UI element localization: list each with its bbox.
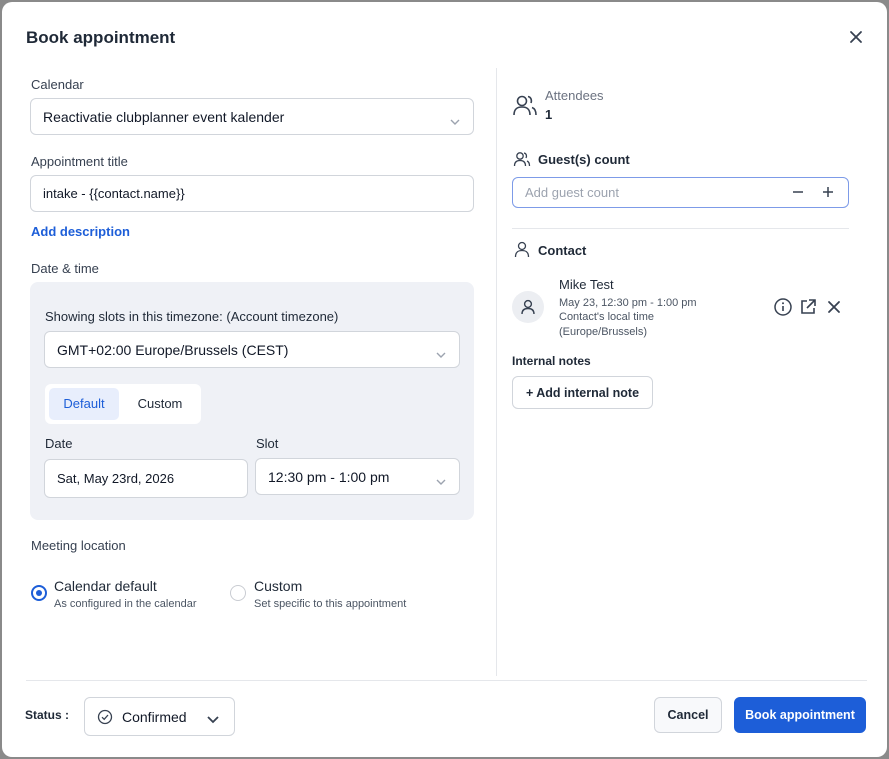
timezone-label: Showing slots in this timezone: (Account… <box>45 309 339 324</box>
chevron-down-icon <box>206 712 220 728</box>
custom-location-subtitle: Set specific to this appointment <box>254 598 407 610</box>
user-icon <box>521 299 535 315</box>
add-internal-note-button[interactable]: + Add internal note <box>512 376 653 409</box>
attendees-label: Attendees <box>545 88 604 103</box>
date-time-label: Date & time <box>31 261 99 276</box>
check-circle-icon <box>97 709 113 725</box>
remove-contact-icon[interactable] <box>824 297 844 317</box>
appointment-title-label: Appointment title <box>31 154 128 169</box>
avatar <box>512 291 544 323</box>
book-appointment-dialog: Book appointment Calendar Reactivatie cl… <box>2 2 887 757</box>
section-divider <box>512 228 849 229</box>
calendar-default-subtitle: As configured in the calendar <box>54 598 197 610</box>
calendar-default-title: Calendar default <box>54 578 157 594</box>
contact-local-timezone: (Europe/Brussels) <box>559 326 648 338</box>
date-time-panel: Showing slots in this timezone: (Account… <box>30 282 474 520</box>
slot-label: Slot <box>256 436 279 451</box>
contact-appointment-time: May 23, 12:30 pm - 1:00 pm <box>559 297 697 309</box>
status-label: Status : <box>25 708 70 722</box>
attendees-count: 1 <box>545 107 553 122</box>
chevron-down-icon <box>435 346 447 362</box>
appointment-title-value: intake - {{contact.name}} <box>43 186 185 201</box>
guest-count-input[interactable]: Add guest count <box>512 177 849 208</box>
contact-label: Contact <box>538 243 587 258</box>
guest-count-placeholder: Add guest count <box>525 185 619 200</box>
calendar-value: Reactivatie clubplanner event kalender <box>43 108 285 125</box>
contact-local-time-label: Contact's local time <box>559 311 655 323</box>
dialog-title: Book appointment <box>26 28 176 47</box>
user-icon <box>513 240 531 258</box>
info-icon[interactable] <box>773 297 793 317</box>
external-link-icon[interactable] <box>798 297 818 317</box>
slot-value: 12:30 pm - 1:00 pm <box>268 468 390 485</box>
timezone-select[interactable]: GMT+02:00 Europe/Brussels (CEST) <box>44 331 460 368</box>
status-select[interactable]: Confirmed <box>84 697 235 736</box>
internal-notes-label: Internal notes <box>512 354 591 368</box>
chevron-down-icon <box>435 473 447 489</box>
date-input[interactable]: Sat, May 23rd, 2026 <box>44 459 248 498</box>
custom-location-title: Custom <box>254 578 303 594</box>
plus-icon[interactable] <box>820 184 836 203</box>
timezone-value: GMT+02:00 Europe/Brussels (CEST) <box>57 341 289 358</box>
appointment-title-input[interactable]: intake - {{contact.name}} <box>30 175 474 212</box>
calendar-label: Calendar <box>31 77 84 92</box>
tab-default[interactable]: Default <box>49 388 119 420</box>
close-icon[interactable] <box>845 26 867 48</box>
add-description-link[interactable]: Add description <box>31 224 130 239</box>
book-appointment-button[interactable]: Book appointment <box>734 697 866 733</box>
contact-name[interactable]: Mike Test <box>559 277 614 292</box>
guest-count-label: Guest(s) count <box>538 152 630 167</box>
radio-calendar-default[interactable] <box>31 585 47 601</box>
minus-icon[interactable] <box>790 184 806 203</box>
users-icon <box>513 150 531 168</box>
tab-custom[interactable]: Custom <box>125 388 195 420</box>
cancel-button[interactable]: Cancel <box>654 697 722 733</box>
date-label: Date <box>45 436 73 451</box>
users-icon <box>512 92 538 118</box>
slot-select[interactable]: 12:30 pm - 1:00 pm <box>255 458 460 495</box>
footer-divider <box>26 680 867 681</box>
radio-custom-location[interactable] <box>230 585 246 601</box>
chevron-down-icon <box>449 113 461 129</box>
date-value: Sat, May 23rd, 2026 <box>57 471 175 486</box>
status-value: Confirmed <box>122 708 187 725</box>
slot-mode-tabs: Default Custom <box>45 384 201 424</box>
column-divider <box>496 68 497 676</box>
calendar-select[interactable]: Reactivatie clubplanner event kalender <box>30 98 474 135</box>
meeting-location-label: Meeting location <box>31 538 126 553</box>
